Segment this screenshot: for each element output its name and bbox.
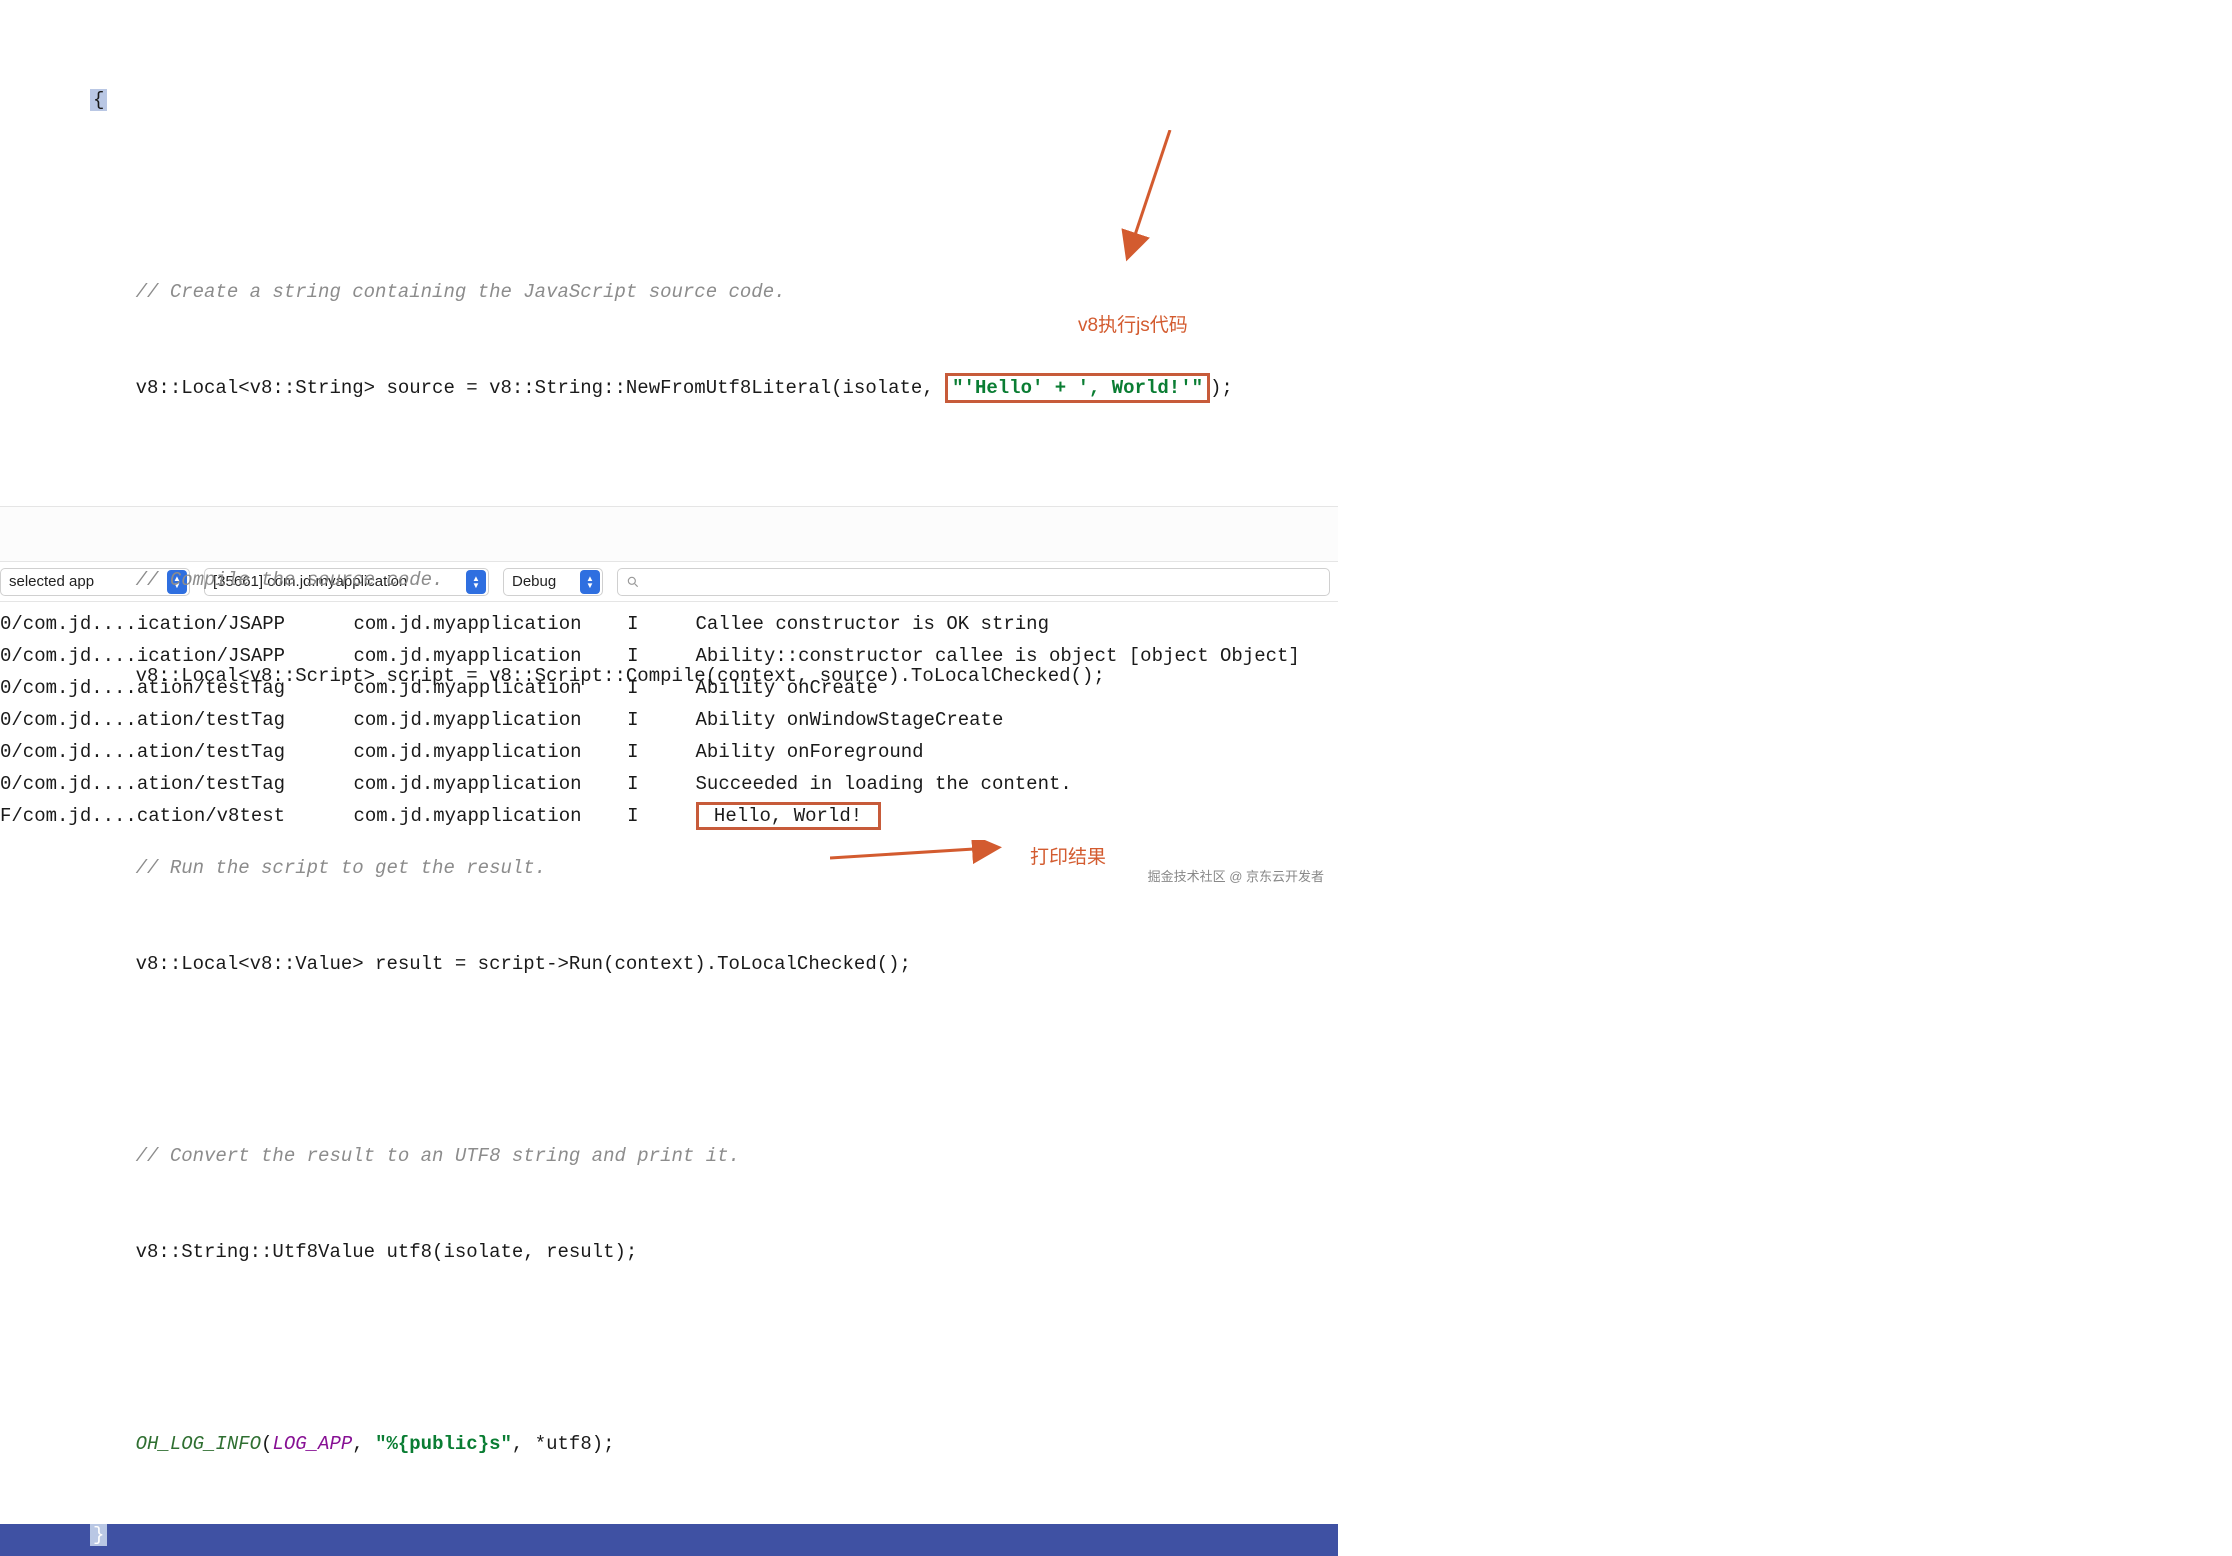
code-line-source: v8::Local<v8::String> source = v8::Strin… (136, 377, 946, 399)
selected-line: } (0, 1524, 1338, 1556)
code-line-run: v8::Local<v8::Value> result = script->Ru… (136, 953, 911, 975)
string-literal-highlight: "'Hello' + ', World!'" (945, 373, 1210, 403)
comment-run: // Run the script to get the result. (136, 857, 546, 879)
comment-create-string: // Create a string containing the JavaSc… (136, 281, 786, 303)
open-brace: { (90, 89, 107, 111)
code-line-source-suffix: ); (1210, 377, 1233, 399)
log-function: OH_LOG_INFO (136, 1433, 261, 1455)
code-editor[interactable]: { // Create a string containing the Java… (0, 0, 1338, 506)
comment-convert: // Convert the result to an UTF8 string … (136, 1145, 740, 1167)
log-app-const: LOG_APP (272, 1433, 352, 1455)
app-filter-label: selected app (9, 573, 94, 590)
string-hello-world: "'Hello' + ', World!'" (952, 377, 1203, 399)
log-format-string: "%{public}s" (375, 1433, 512, 1455)
code-line-utf8: v8::String::Utf8Value utf8(isolate, resu… (136, 1241, 638, 1263)
watermark: 掘金技术社区 @ 京东云开发者 (1148, 866, 1324, 885)
editor-gutter (0, 0, 50, 506)
code-block: { // Create a string containing the Java… (90, 20, 1338, 1524)
close-brace: } (90, 1524, 107, 1546)
code-line-compile: v8::Local<v8::Script> script = v8::Scrip… (136, 665, 1105, 687)
comment-compile: // Compile the source code. (136, 569, 444, 591)
